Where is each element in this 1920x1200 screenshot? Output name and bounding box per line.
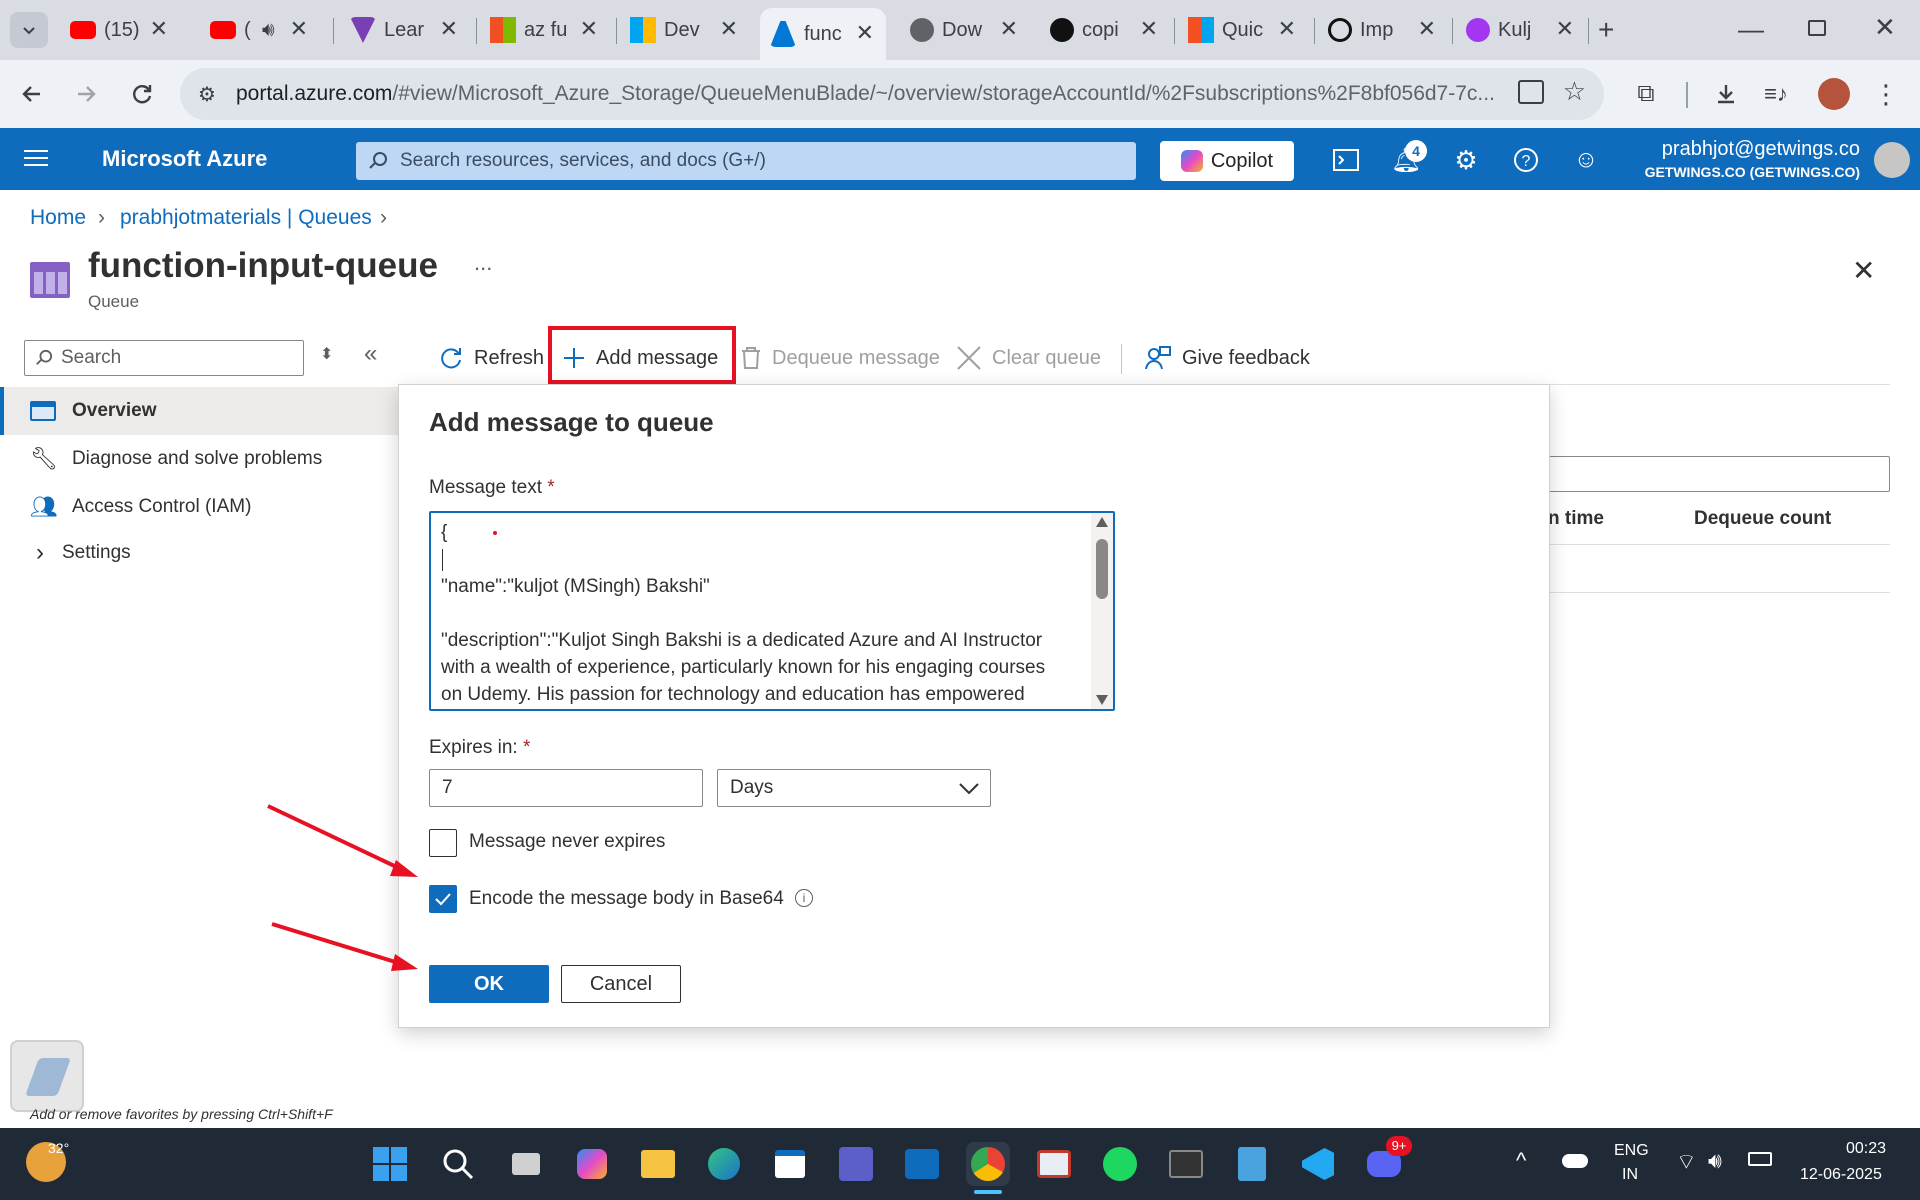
start-button[interactable]	[368, 1142, 412, 1186]
file-explorer-icon[interactable]	[636, 1142, 680, 1186]
taskbar-search-icon[interactable]	[436, 1142, 480, 1186]
terminal-icon[interactable]	[1164, 1142, 1208, 1186]
task-view-icon[interactable]	[504, 1142, 548, 1186]
edge-icon[interactable]	[702, 1142, 746, 1186]
language-indicator-bottom[interactable]: IN	[1622, 1166, 1638, 1184]
snipping-tool-icon[interactable]	[1032, 1142, 1076, 1186]
notepad-icon[interactable]	[1230, 1142, 1274, 1186]
active-app-indicator	[974, 1190, 1002, 1194]
favorites-app-icon[interactable]	[10, 1040, 84, 1112]
show-hidden-icons[interactable]: ^	[1516, 1148, 1526, 1174]
weather-temperature: 32°	[48, 1140, 70, 1156]
discord-badge: 9+	[1386, 1136, 1412, 1156]
chrome-icon[interactable]	[966, 1142, 1010, 1186]
annotation-arrow	[267, 804, 418, 877]
wifi-icon[interactable]: ⌔	[1676, 1148, 1697, 1176]
clock-date[interactable]: 12-06-2025	[1800, 1166, 1882, 1184]
store-icon[interactable]	[768, 1142, 812, 1186]
volume-icon[interactable]: 🔊︎	[1708, 1148, 1722, 1174]
azure-data-studio-icon[interactable]	[834, 1142, 878, 1186]
annotation-arrows	[267, 804, 418, 971]
favorites-hint: Add or remove favorites by pressing Ctrl…	[30, 1106, 333, 1122]
vscode-icon[interactable]	[1296, 1142, 1340, 1186]
windows-taskbar: 32° 9+ ^ ENG IN ⌔ 🔊︎ 00:23 12-06-2025	[0, 1128, 1920, 1200]
language-indicator-top[interactable]: ENG	[1614, 1142, 1649, 1160]
battery-icon[interactable]	[1748, 1152, 1772, 1166]
onedrive-icon[interactable]	[1562, 1154, 1588, 1168]
outlook-icon[interactable]	[900, 1142, 944, 1186]
spotify-icon[interactable]	[1098, 1142, 1142, 1186]
annotation-arrow	[271, 922, 418, 971]
clock-time[interactable]: 00:23	[1846, 1140, 1886, 1158]
copilot-app-icon[interactable]	[570, 1142, 614, 1186]
